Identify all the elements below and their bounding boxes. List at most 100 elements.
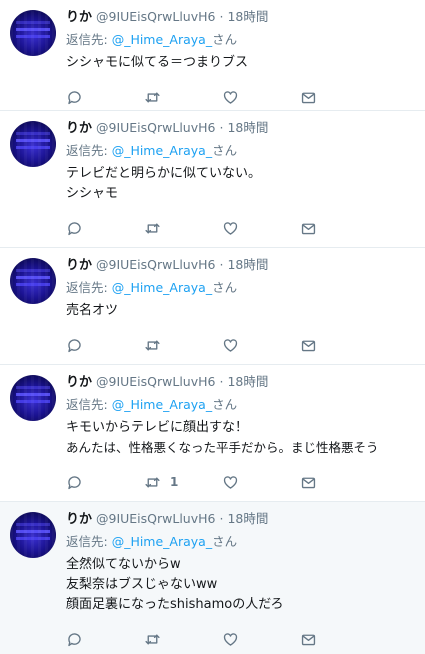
tweet-actions [66, 210, 415, 246]
retweet-button[interactable] [144, 220, 222, 237]
envelope-icon [301, 92, 316, 103]
retweet-button[interactable] [144, 89, 222, 106]
tweet-text: シシャモに似てる＝つまりブス [66, 53, 415, 73]
like-button[interactable] [222, 220, 300, 237]
reply-suffix: さん [212, 32, 238, 47]
envelope-icon [301, 223, 316, 234]
avatar[interactable] [10, 258, 56, 304]
direct-message-button[interactable] [300, 220, 378, 237]
time-separator: · [219, 9, 224, 24]
tweet[interactable]: りか @9IUEisQrwLluvH6 · 18時間 返信先: @_Hime_A… [0, 502, 425, 654]
reply-button[interactable] [66, 631, 144, 648]
user-handle[interactable]: @9IUEisQrwLluvH6 [96, 9, 215, 24]
reply-suffix: さん [212, 534, 238, 549]
time-separator: · [219, 257, 224, 272]
tweet-text: 全然似てないからw 友梨奈はブスじゃないww 顔面足裏になったshishamoの… [66, 555, 415, 615]
reply-button[interactable] [66, 220, 144, 237]
tweet[interactable]: りか @9IUEisQrwLluvH6 · 18時間 返信先: @_Hime_A… [0, 0, 425, 111]
reply-prefix: 返信先: [66, 32, 112, 47]
retweet-button[interactable] [144, 337, 222, 354]
reply-prefix: 返信先: [66, 143, 112, 158]
user-handle[interactable]: @9IUEisQrwLluvH6 [96, 257, 215, 272]
user-name[interactable]: りか [66, 121, 92, 136]
tweet-timeline: りか @9IUEisQrwLluvH6 · 18時間 返信先: @_Hime_A… [0, 0, 425, 654]
reply-context: 返信先: @_Hime_Araya_さん [66, 141, 415, 161]
reply-button[interactable] [66, 89, 144, 106]
reply-icon [68, 632, 81, 646]
reply-button[interactable] [66, 337, 144, 354]
heart-icon [223, 338, 238, 352]
tweet-header: りか @9IUEisQrwLluvH6 · 18時間 [66, 119, 415, 137]
direct-message-button[interactable] [300, 89, 378, 106]
tweet-time[interactable]: 18時間 [227, 374, 268, 389]
tweet-header: りか @9IUEisQrwLluvH6 · 18時間 [66, 8, 415, 26]
like-button[interactable] [222, 89, 300, 106]
reply-button[interactable] [66, 474, 144, 491]
envelope-icon [301, 340, 316, 351]
tweet-header: りか @9IUEisQrwLluvH6 · 18時間 [66, 510, 415, 528]
reply-mention-link[interactable]: @_Hime_Araya_ [112, 32, 212, 47]
reply-context: 返信先: @_Hime_Araya_さん [66, 278, 415, 298]
reply-mention-link[interactable]: @_Hime_Araya_ [112, 397, 212, 412]
tweet-text-line: テレビだと明らかに似ていない。 [66, 166, 262, 181]
envelope-icon [301, 477, 316, 488]
heart-icon [223, 221, 238, 235]
tweet[interactable]: りか @9IUEisQrwLluvH6 · 18時間 返信先: @_Hime_A… [0, 365, 425, 502]
user-name[interactable]: りか [66, 512, 92, 527]
tweet-text: キモいからテレビに顔出すな！ あんたは、性格悪くなった平手だから。まじ性格悪そう [66, 418, 415, 458]
tweet-time[interactable]: 18時間 [227, 9, 268, 24]
tweet-actions [66, 621, 415, 654]
tweet-time[interactable]: 18時間 [227, 257, 268, 272]
user-handle[interactable]: @9IUEisQrwLluvH6 [96, 120, 215, 135]
direct-message-button[interactable] [300, 337, 378, 354]
tweet-text-line: 顔面足裏になったshishamoの人だろ [66, 597, 284, 612]
tweet-actions [66, 79, 415, 115]
like-button[interactable] [222, 474, 300, 491]
retweet-icon [145, 477, 160, 487]
heart-icon [223, 90, 238, 104]
tweet-text-line: キモいからテレビに顔出すな！ [66, 420, 249, 435]
user-handle[interactable]: @9IUEisQrwLluvH6 [96, 511, 215, 526]
user-handle[interactable]: @9IUEisQrwLluvH6 [96, 374, 215, 389]
direct-message-button[interactable] [300, 631, 378, 648]
tweet-time[interactable]: 18時間 [227, 511, 268, 526]
avatar[interactable] [10, 512, 56, 558]
direct-message-button[interactable] [300, 474, 378, 491]
reply-mention-link[interactable]: @_Hime_Araya_ [112, 143, 212, 158]
time-separator: · [219, 120, 224, 135]
retweet-button[interactable] [144, 631, 222, 648]
user-name[interactable]: りか [66, 258, 92, 273]
avatar[interactable] [10, 10, 56, 56]
avatar[interactable] [10, 121, 56, 167]
retweet-button[interactable]: 1 [144, 474, 222, 491]
tweet-actions [66, 327, 415, 363]
reply-prefix: 返信先: [66, 534, 112, 549]
time-separator: · [219, 374, 224, 389]
reply-mention-link[interactable]: @_Hime_Araya_ [112, 534, 212, 549]
tweet-text-line: シシャモ [66, 186, 119, 201]
envelope-icon [301, 634, 316, 645]
reply-suffix: さん [212, 397, 238, 412]
reply-suffix: さん [212, 143, 238, 158]
time-separator: · [219, 511, 224, 526]
heart-icon [223, 475, 238, 489]
avatar[interactable] [10, 375, 56, 421]
tweet-text-line: シシャモに似てる＝つまりブス [66, 55, 249, 70]
user-name[interactable]: りか [66, 375, 92, 390]
tweet-text: テレビだと明らかに似ていない。 シシャモ [66, 164, 415, 204]
retweet-icon [145, 92, 160, 102]
tweet-text-line: あんたは、性格悪くなった平手だから。まじ性格悪そう [66, 440, 379, 455]
tweet-header: りか @9IUEisQrwLluvH6 · 18時間 [66, 256, 415, 274]
tweet[interactable]: りか @9IUEisQrwLluvH6 · 18時間 返信先: @_Hime_A… [0, 248, 425, 365]
like-button[interactable] [222, 337, 300, 354]
user-name[interactable]: りか [66, 10, 92, 25]
reply-context: 返信先: @_Hime_Araya_さん [66, 395, 415, 415]
like-button[interactable] [222, 631, 300, 648]
tweet[interactable]: りか @9IUEisQrwLluvH6 · 18時間 返信先: @_Hime_A… [0, 111, 425, 248]
reply-context: 返信先: @_Hime_Araya_さん [66, 532, 415, 552]
tweet-time[interactable]: 18時間 [227, 120, 268, 135]
retweet-icon [145, 223, 160, 233]
reply-mention-link[interactable]: @_Hime_Araya_ [112, 280, 212, 295]
tweet-header: りか @9IUEisQrwLluvH6 · 18時間 [66, 373, 415, 391]
tweet-text-line: 全然似てないからw [66, 557, 181, 572]
